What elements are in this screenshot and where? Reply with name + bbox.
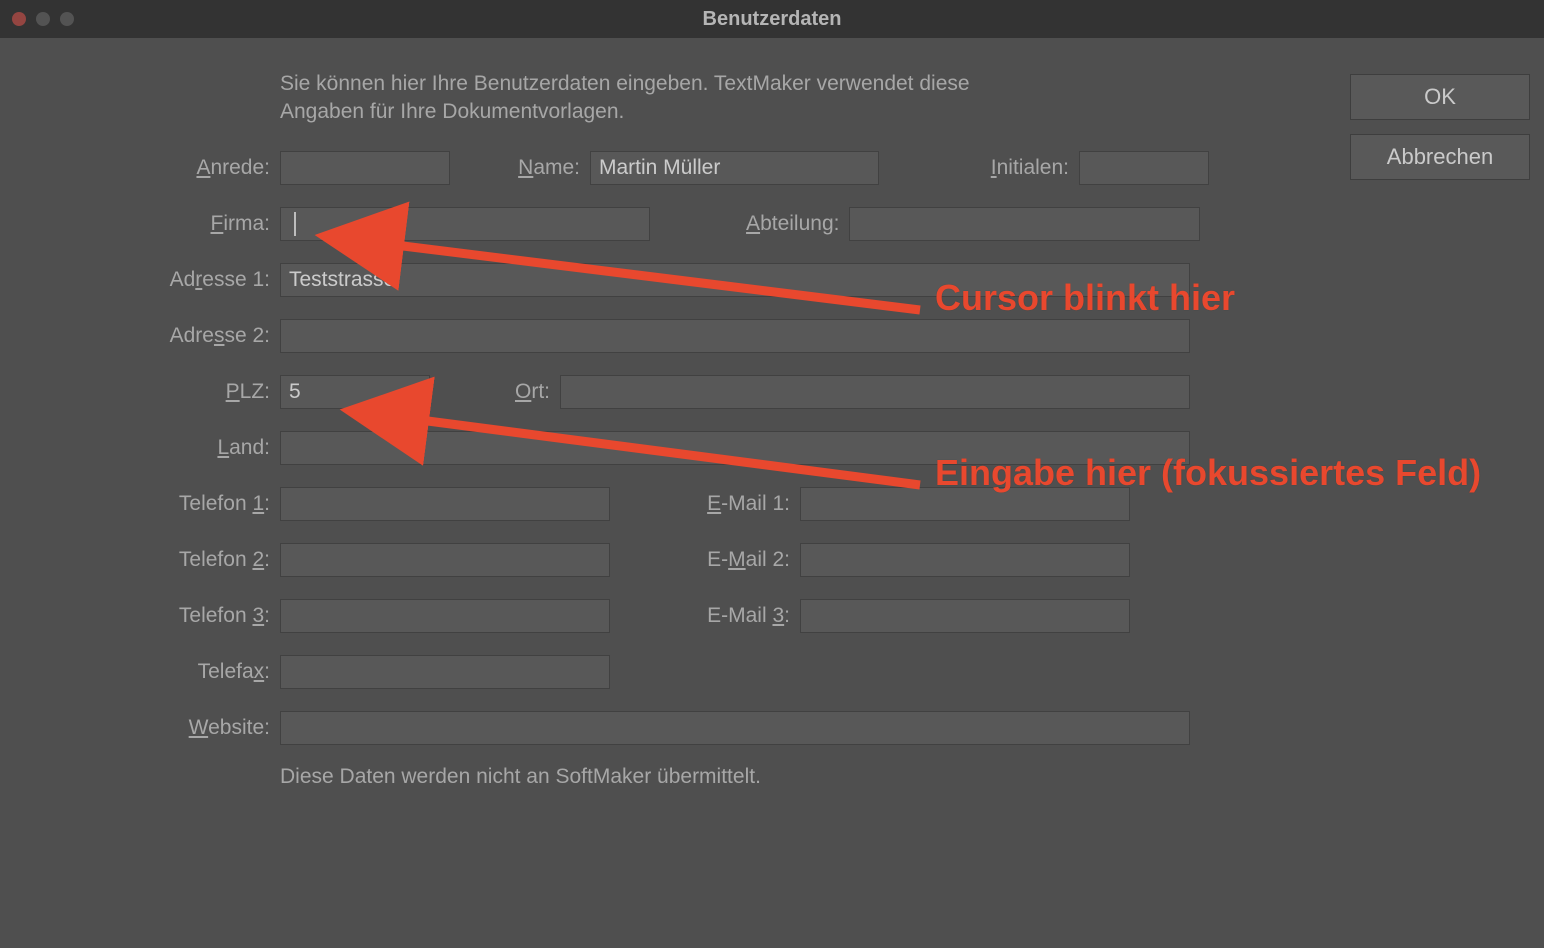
label-abteilung: Abteilung: [689, 212, 839, 236]
label-plz: PLZ: [120, 380, 270, 404]
ort-field[interactable] [560, 375, 1190, 409]
adresse1-field[interactable] [280, 263, 1190, 297]
adresse2-field[interactable] [280, 319, 1190, 353]
label-name: Name: [490, 156, 580, 180]
text-cursor [294, 212, 296, 236]
label-adresse1: Adresse 1: [120, 268, 270, 292]
label-adresse2: Adresse 2: [120, 324, 270, 348]
label-website: Website: [120, 716, 270, 740]
window-title: Benutzerdaten [0, 8, 1544, 31]
ok-button[interactable]: OK [1350, 74, 1530, 120]
email1-field[interactable] [800, 487, 1130, 521]
user-data-form: Sie können hier Ihre Benutzerdaten einge… [120, 70, 1200, 789]
land-field[interactable] [280, 431, 1190, 465]
close-icon[interactable] [12, 12, 26, 26]
telefax-field[interactable] [280, 655, 610, 689]
label-email3: E-Mail 3: [640, 604, 790, 628]
email2-field[interactable] [800, 543, 1130, 577]
telefon3-field[interactable] [280, 599, 610, 633]
cancel-button[interactable]: Abbrechen [1350, 134, 1530, 180]
website-field[interactable] [280, 711, 1190, 745]
label-firma: Firma: [120, 212, 270, 236]
label-telefon1: Telefon 1: [120, 492, 270, 516]
initialen-field[interactable] [1079, 151, 1209, 185]
footnote-text: Diese Daten werden nicht an SoftMaker üb… [280, 765, 1200, 789]
name-field[interactable] [590, 151, 879, 185]
label-telefon3: Telefon 3: [120, 604, 270, 628]
titlebar: Benutzerdaten [0, 0, 1544, 38]
dialog-buttons: OK Abbrechen [1350, 74, 1530, 180]
plz-field[interactable] [280, 375, 430, 409]
label-telefax: Telefax: [120, 660, 270, 684]
anrede-field[interactable] [280, 151, 450, 185]
label-ort: Ort: [440, 380, 550, 404]
firma-field[interactable] [280, 207, 650, 241]
window-controls [12, 12, 74, 26]
minimize-icon[interactable] [36, 12, 50, 26]
telefon1-field[interactable] [280, 487, 610, 521]
label-land: Land: [120, 436, 270, 460]
abteilung-field[interactable] [849, 207, 1200, 241]
label-email2: E-Mail 2: [640, 548, 790, 572]
intro-text: Sie können hier Ihre Benutzerdaten einge… [280, 70, 1040, 127]
label-email1: E-Mail 1: [640, 492, 790, 516]
email3-field[interactable] [800, 599, 1130, 633]
label-anrede: Anrede: [120, 156, 270, 180]
telefon2-field[interactable] [280, 543, 610, 577]
label-initialen: Initialen: [919, 156, 1069, 180]
maximize-icon[interactable] [60, 12, 74, 26]
label-telefon2: Telefon 2: [120, 548, 270, 572]
